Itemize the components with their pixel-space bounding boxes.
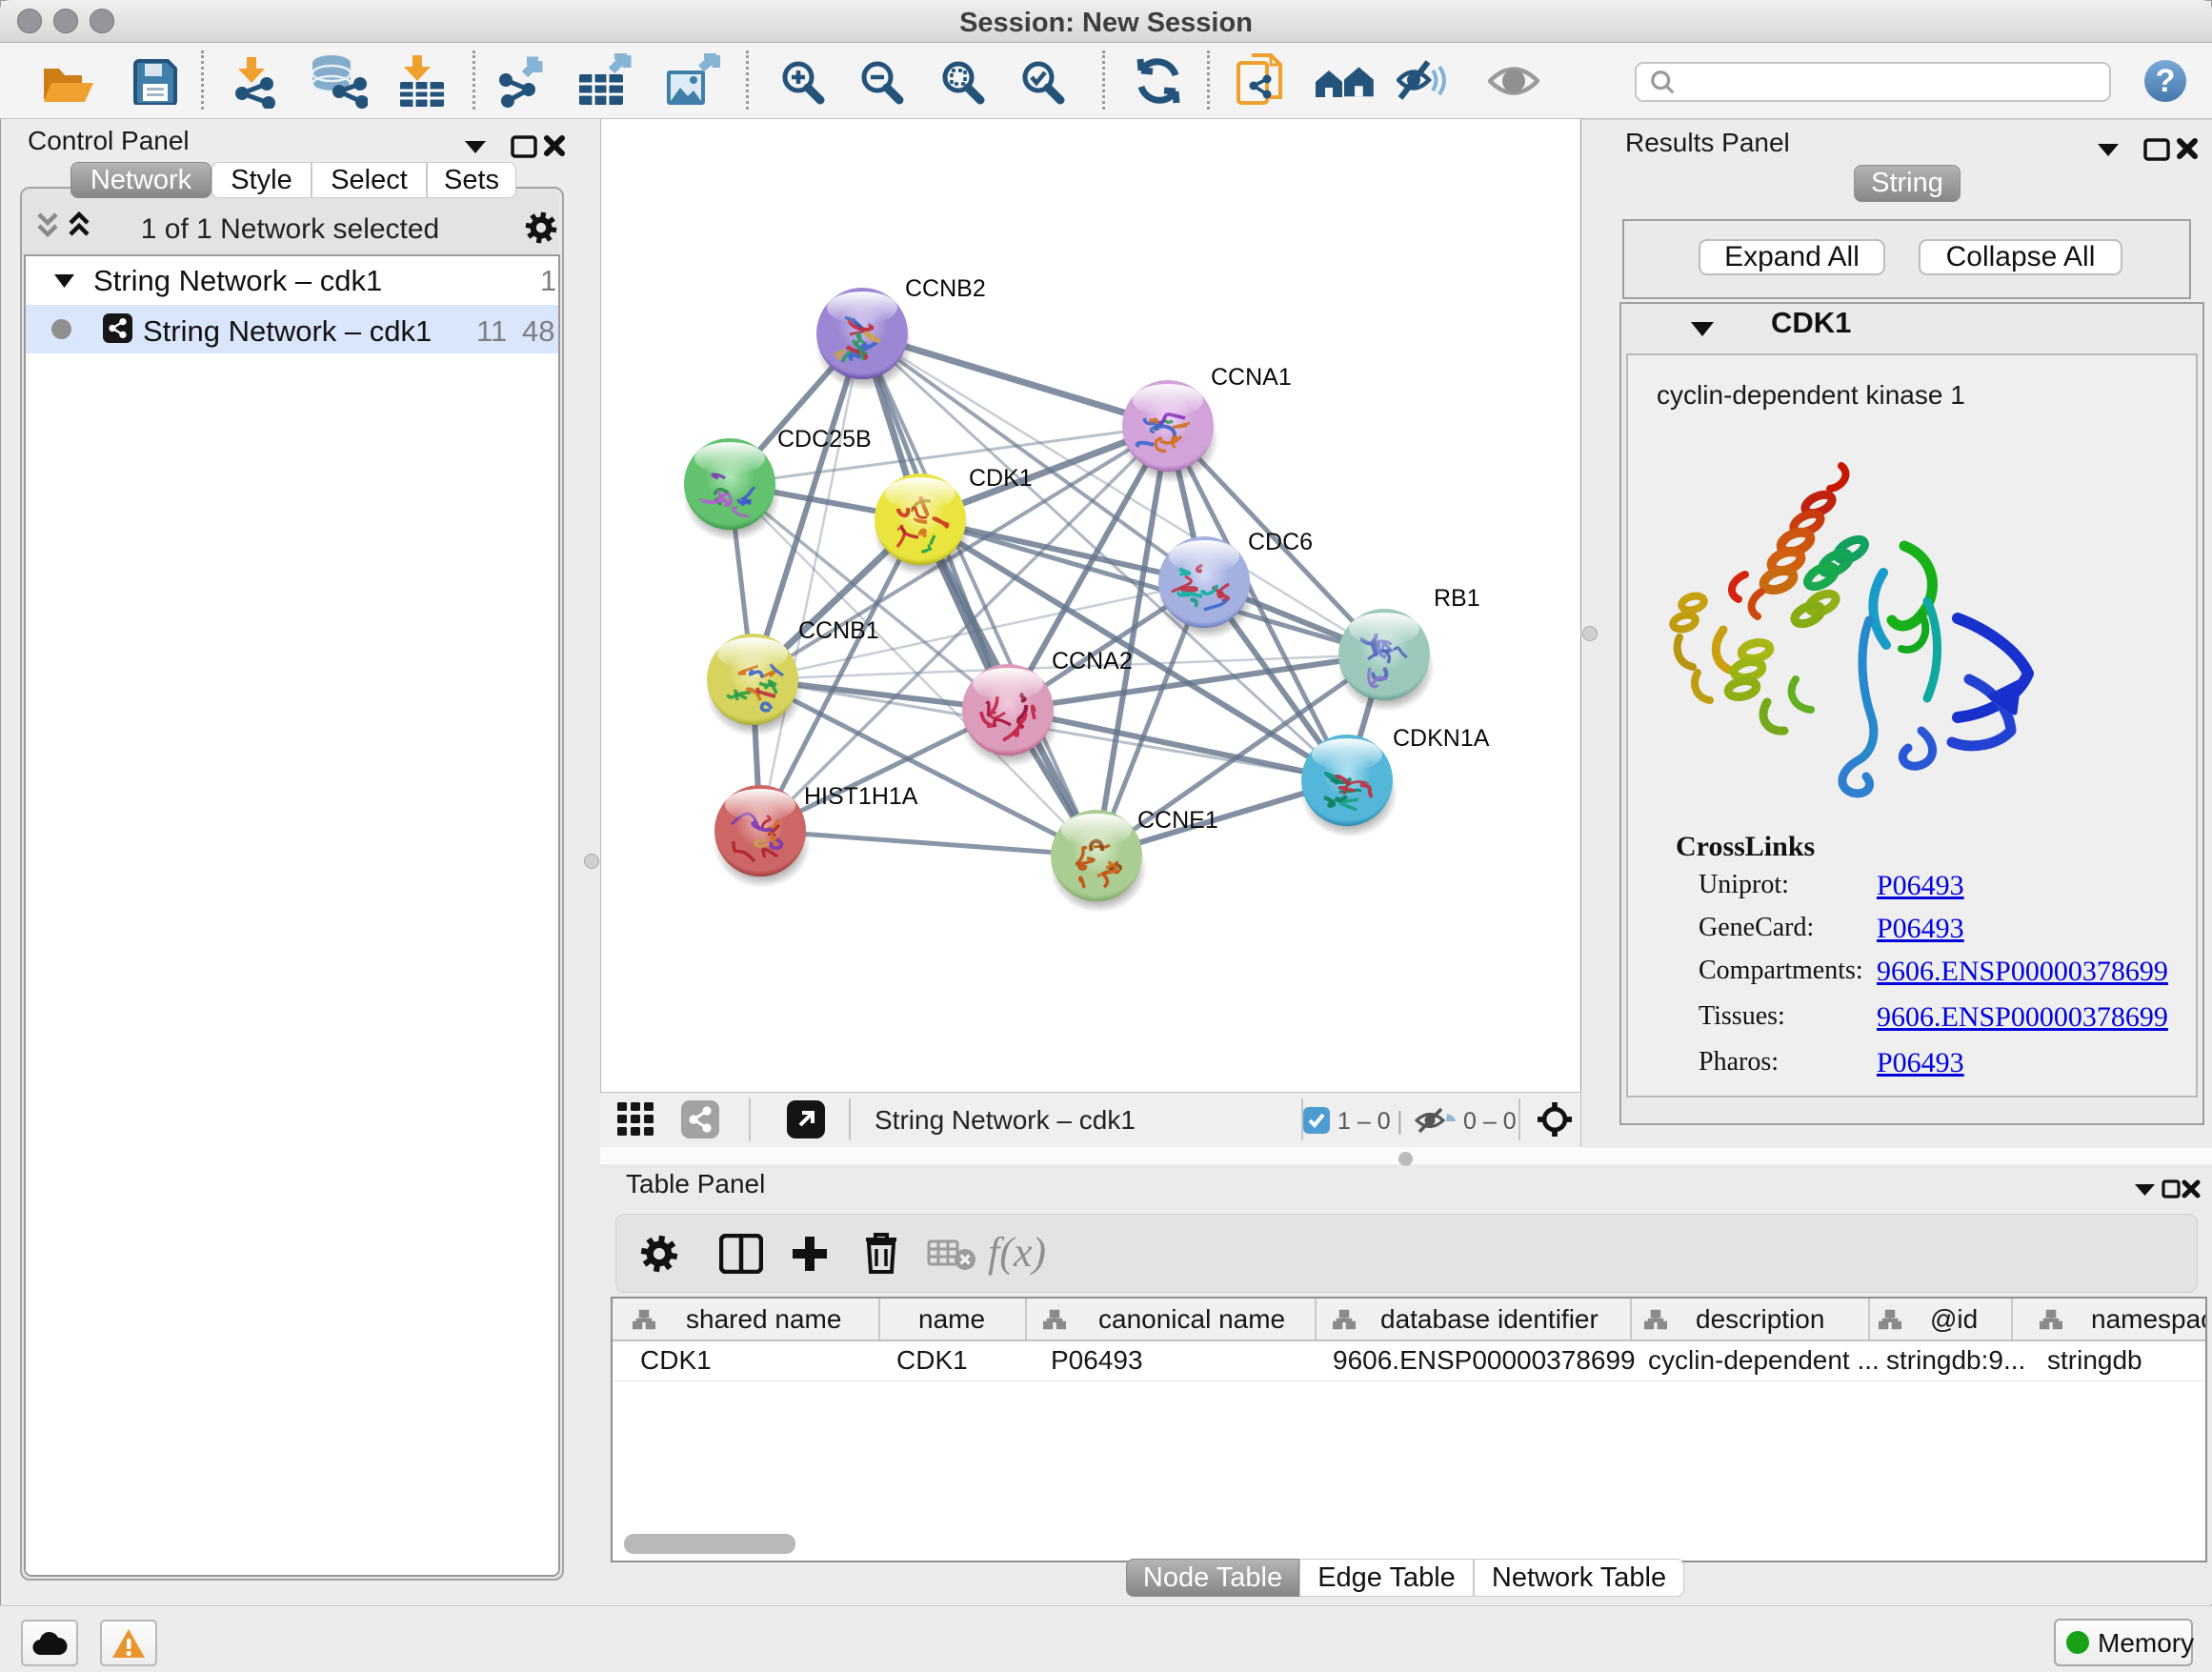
svg-text:CCNE1: CCNE1 [1137, 807, 1218, 834]
svg-text:CDC6: CDC6 [1248, 529, 1313, 555]
svg-text:RB1: RB1 [1434, 585, 1480, 612]
svg-text:?: ? [2156, 63, 2176, 99]
svg-text:CCNA1: CCNA1 [1211, 364, 1292, 391]
svg-text:CDKN1A: CDKN1A [1393, 725, 1490, 752]
svg-text:CCNB2: CCNB2 [905, 275, 986, 302]
svg-text:HIST1H1A: HIST1H1A [804, 783, 918, 810]
svg-text:CCNB1: CCNB1 [798, 617, 879, 644]
svg-text:CDK1: CDK1 [969, 465, 1033, 492]
svg-text:CDC25B: CDC25B [777, 426, 872, 453]
svg-text:CCNA2: CCNA2 [1052, 648, 1133, 675]
